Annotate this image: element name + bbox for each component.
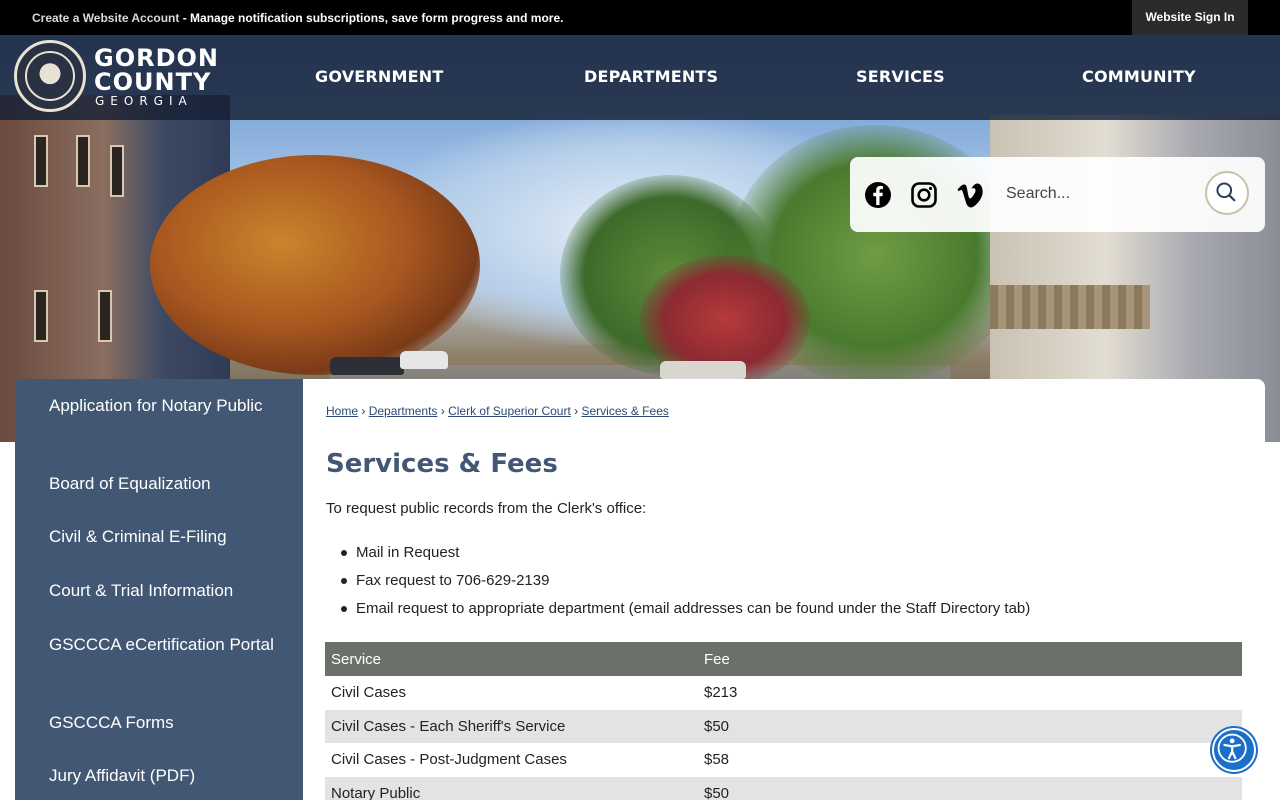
breadcrumb-current[interactable]: Services & Fees xyxy=(582,404,669,418)
table-row: Civil Cases $213 xyxy=(325,676,1242,710)
hero-car xyxy=(400,351,448,369)
nav-government[interactable]: GOVERNMENT xyxy=(315,67,443,86)
breadcrumb-clerk[interactable]: Clerk of Superior Court xyxy=(448,404,571,418)
sidebar-item-ecertification-portal[interactable]: GSCCCA eCertification Portal xyxy=(49,632,279,657)
breadcrumb-home[interactable]: Home xyxy=(326,404,358,418)
site-logo-text[interactable]: GORDON COUNTY GEORGIA xyxy=(94,46,219,108)
intro-text: To request public records from the Clerk… xyxy=(326,500,647,517)
list-item: Email request to appropriate department … xyxy=(340,600,1030,628)
top-utility-bar: Create a Website Account - Manage notifi… xyxy=(0,0,1280,35)
site-search-input[interactable] xyxy=(1006,170,1196,218)
hero-car xyxy=(330,357,404,375)
sidebar-item-notary-application[interactable]: Application for Notary Public xyxy=(49,393,279,418)
search-button[interactable] xyxy=(1205,171,1249,215)
instagram-icon[interactable] xyxy=(910,181,938,209)
fee-cell: $50 xyxy=(698,709,1242,743)
breadcrumb-separator: › xyxy=(361,404,366,418)
hero-tree-autumn xyxy=(150,155,480,375)
vimeo-icon[interactable] xyxy=(956,181,984,209)
list-item: Mail in Request xyxy=(340,544,1030,572)
search-icon xyxy=(1216,182,1236,202)
page-title: Services & Fees xyxy=(326,449,558,479)
sidebar-item-court-trial-info[interactable]: Court & Trial Information xyxy=(49,578,279,603)
column-header-fee: Fee xyxy=(698,642,1242,676)
table-row: Civil Cases - Each Sheriff's Service $50 xyxy=(325,709,1242,743)
hero-awning xyxy=(990,285,1150,329)
sidebar-item-jury-affidavit[interactable]: Jury Affidavit (PDF) xyxy=(49,763,279,788)
accessibility-button[interactable] xyxy=(1212,728,1256,772)
list-item: Fax request to 706-629-2139 xyxy=(340,572,1030,600)
account-message: Create a Website Account - Manage notifi… xyxy=(32,11,563,25)
table-row: Notary Public $50 xyxy=(325,776,1242,800)
seal-emblem xyxy=(25,51,75,101)
nav-community[interactable]: COMMUNITY xyxy=(1082,67,1196,86)
services-fees-table: Service Fee Civil Cases $213 Civil Cases… xyxy=(325,642,1242,800)
nav-services[interactable]: SERVICES xyxy=(856,67,945,86)
breadcrumb-separator: › xyxy=(440,404,445,418)
facebook-icon[interactable] xyxy=(864,181,892,209)
request-methods-list: Mail in Request Fax request to 706-629-2… xyxy=(340,544,1030,628)
website-sign-in-button[interactable]: Website Sign In xyxy=(1132,0,1248,35)
logo-line-3: GEORGIA xyxy=(95,94,193,108)
service-cell: Notary Public xyxy=(325,776,698,800)
create-account-link[interactable]: Create a Website Account xyxy=(32,11,179,25)
hero-window xyxy=(76,135,90,187)
column-header-service: Service xyxy=(325,642,698,676)
hero-car xyxy=(660,361,746,379)
service-cell: Civil Cases - Each Sheriff's Service xyxy=(325,709,698,743)
fee-cell: $213 xyxy=(704,684,738,702)
account-message-text: - Manage notification subscriptions, sav… xyxy=(179,11,564,25)
service-cell: Civil Cases xyxy=(331,684,407,702)
logo-line-1: GORDON xyxy=(94,44,219,72)
breadcrumb-separator: › xyxy=(574,404,579,418)
hero-window xyxy=(34,135,48,187)
table-header-row: Service Fee xyxy=(325,642,1242,676)
logo-line-2: COUNTY xyxy=(94,68,212,96)
hero-window xyxy=(34,290,48,342)
fee-cell: $58 xyxy=(704,751,730,769)
hero-window xyxy=(110,145,124,197)
table-row: Civil Cases - Post-Judgment Cases $58 xyxy=(325,743,1242,777)
breadcrumb-departments[interactable]: Departments xyxy=(369,404,438,418)
accessibility-icon xyxy=(1217,733,1247,763)
service-cell: Civil Cases - Post-Judgment Cases xyxy=(331,751,567,769)
sidebar-item-board-of-equalization[interactable]: Board of Equalization xyxy=(49,471,279,496)
fee-cell: $50 xyxy=(698,776,1242,800)
breadcrumb: Home › Departments › Clerk of Superior C… xyxy=(326,404,669,418)
county-seal-logo[interactable] xyxy=(14,40,86,112)
sidebar-item-gsccca-forms[interactable]: GSCCCA Forms xyxy=(49,710,279,735)
sidebar-item-e-filing[interactable]: Civil & Criminal E-Filing xyxy=(49,524,279,549)
hero-window xyxy=(98,290,112,342)
nav-departments[interactable]: DEPARTMENTS xyxy=(584,67,718,86)
